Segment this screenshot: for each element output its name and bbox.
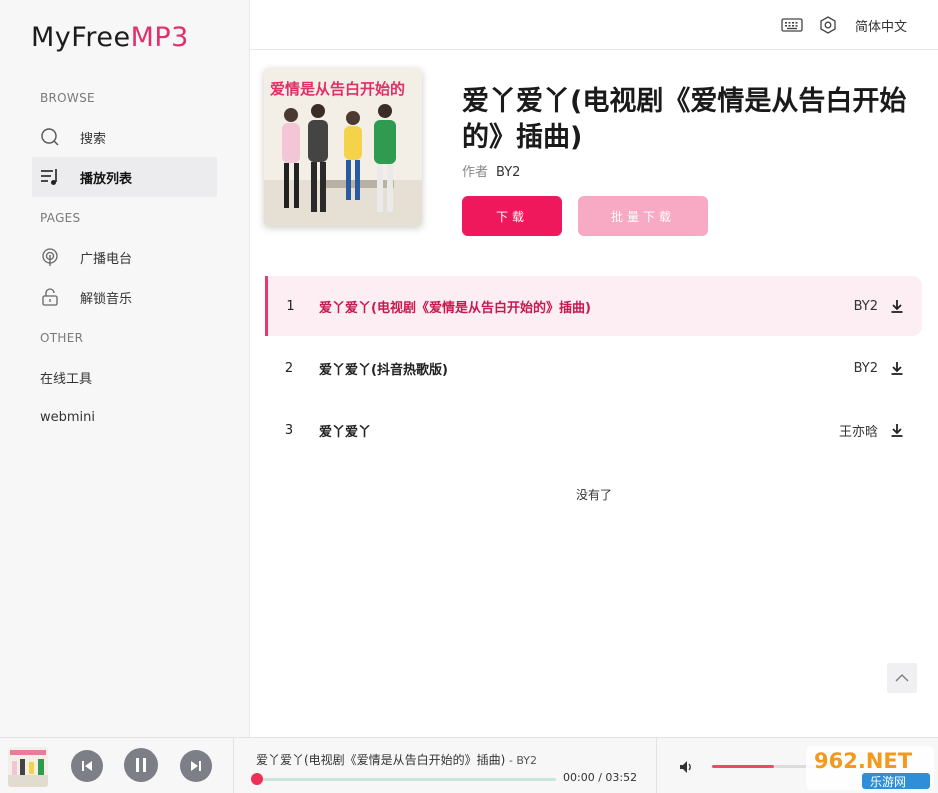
pause-icon <box>136 758 146 772</box>
section-other: OTHER <box>40 331 84 345</box>
pause-button[interactable] <box>124 748 158 782</box>
nav-item-radio[interactable]: 广播电台 <box>32 237 217 277</box>
progress-bar[interactable] <box>256 778 556 781</box>
svg-text:乐游网: 乐游网 <box>870 775 906 789</box>
playlist-icon <box>40 167 60 187</box>
track-artist[interactable]: BY2 <box>854 299 878 314</box>
download-button[interactable]: 下载 <box>462 196 562 236</box>
skip-forward-icon <box>191 761 201 771</box>
now-playing-song: 爱丫爱丫(电视剧《爱情是从告白开始的》插曲) <box>256 753 506 767</box>
nav-item-label: 广播电台 <box>80 251 133 267</box>
nav-item-playlist[interactable]: 播放列表 <box>32 157 217 197</box>
download-icon[interactable] <box>890 423 904 437</box>
logo-text-part1: MyFree <box>31 22 131 53</box>
skip-back-icon <box>82 761 92 771</box>
sidebar: MyFreeMP3 BROWSE 搜索 播放列表 PAGES 广播电台 解锁音乐… <box>0 0 250 737</box>
track-number: 1 <box>286 298 295 314</box>
author-label: 作者 <box>462 165 489 180</box>
track-title[interactable]: 爱丫爱丫 <box>313 421 839 440</box>
section-browse: BROWSE <box>40 91 95 105</box>
nav-item-label: 搜索 <box>80 131 107 147</box>
topbar: 简体中文 <box>250 0 938 50</box>
nav-item-online-tools[interactable]: 在线工具 <box>32 357 217 397</box>
no-more-text: 没有了 <box>575 488 612 502</box>
divider <box>233 738 234 793</box>
app-logo[interactable]: MyFreeMP3 <box>31 22 189 53</box>
player-bar: 爱丫爱丫(电视剧《爱情是从告白开始的》插曲) - BY2 00:00 / 03:… <box>0 737 938 793</box>
download-icon[interactable] <box>890 299 904 313</box>
nav-item-unlock[interactable]: 解锁音乐 <box>32 277 217 317</box>
track-number: 2 <box>284 360 294 376</box>
track-artist[interactable]: BY2 <box>854 361 878 376</box>
now-playing-artist: - BY2 <box>505 754 537 767</box>
logo-text-part2: MP3 <box>130 22 189 53</box>
album-title: 爱丫爱丫(电视剧《爱情是从告白开始的》插曲) <box>462 86 907 153</box>
track-row[interactable]: 2 爱丫爱丫(抖音热歌版) BY2 <box>265 338 922 398</box>
nav-item-label: webmini <box>40 409 96 425</box>
volume-slider-fill[interactable] <box>712 765 774 768</box>
album-author: 作者 BY2 <box>462 161 520 180</box>
nav-item-search[interactable]: 搜索 <box>32 117 217 157</box>
nav-item-label: 在线工具 <box>40 371 93 387</box>
author-value[interactable]: BY2 <box>496 165 520 180</box>
chevron-up-icon <box>895 674 909 682</box>
nav-item-label: 解锁音乐 <box>80 291 133 307</box>
nav-item-webmini[interactable]: webmini <box>32 397 217 437</box>
track-title[interactable]: 爱丫爱丫(电视剧《爱情是从告白开始的》插曲) <box>313 297 854 316</box>
album-cover: 爱情是从告白开始的 <box>264 68 422 226</box>
settings-icon[interactable] <box>817 15 839 35</box>
radio-icon <box>40 247 60 267</box>
track-artist[interactable]: 王亦晗 <box>839 421 878 440</box>
next-button[interactable] <box>180 750 212 782</box>
progress-handle[interactable] <box>251 773 263 785</box>
track-number: 3 <box>284 422 294 438</box>
player-cover[interactable] <box>8 747 48 787</box>
divider <box>656 738 657 793</box>
batch-download-button[interactable]: 批量下载 <box>578 196 708 236</box>
previous-button[interactable] <box>71 750 103 782</box>
svg-text:962.NET: 962.NET <box>814 749 913 773</box>
unlock-icon <box>40 287 60 307</box>
volume-icon[interactable] <box>679 760 693 774</box>
keyboard-icon[interactable] <box>781 15 803 35</box>
playback-time: 00:00 / 03:52 <box>563 771 638 784</box>
section-pages: PAGES <box>40 211 81 225</box>
back-to-top-button[interactable] <box>887 663 917 693</box>
search-icon <box>40 127 60 147</box>
track-row[interactable]: 1 爱丫爱丫(电视剧《爱情是从告白开始的》插曲) BY2 <box>265 276 922 336</box>
track-title[interactable]: 爱丫爱丫(抖音热歌版) <box>313 359 854 378</box>
site-watermark-logo: 962.NET 乐游网 <box>806 746 934 790</box>
download-icon[interactable] <box>890 361 904 375</box>
track-row[interactable]: 3 爱丫爱丫 王亦晗 <box>265 400 922 460</box>
language-selector[interactable]: 简体中文 <box>855 16 907 35</box>
now-playing-title: 爱丫爱丫(电视剧《爱情是从告白开始的》插曲) - BY2 <box>256 751 537 768</box>
nav-item-label: 播放列表 <box>80 171 133 187</box>
cover-text: 爱情是从告白开始的 <box>270 80 405 98</box>
